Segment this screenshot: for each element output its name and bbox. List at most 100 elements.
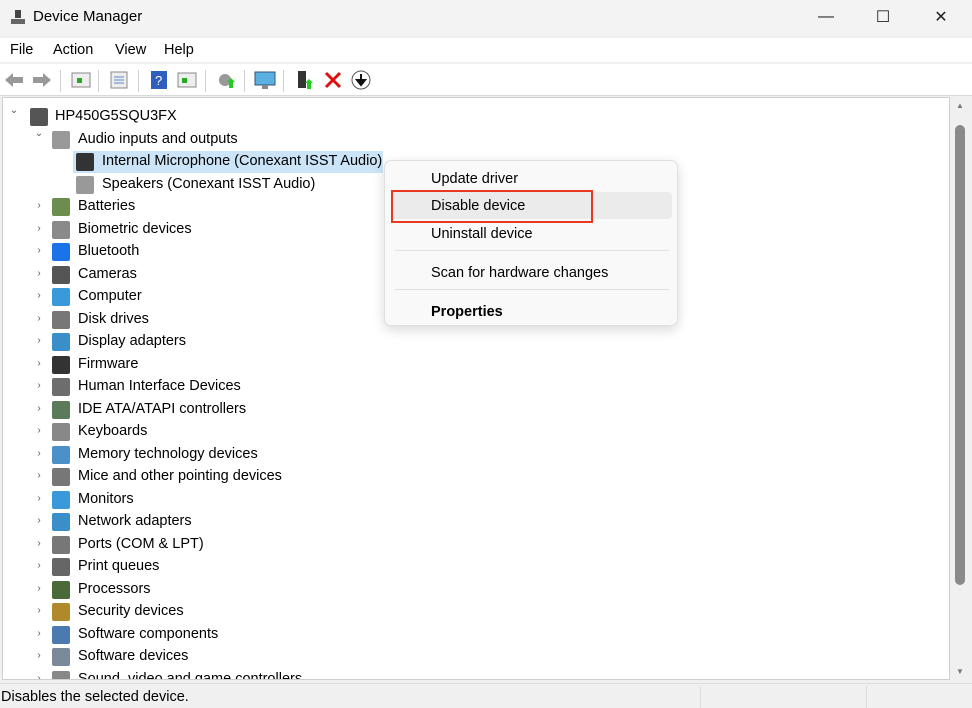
scrollbar-thumb[interactable] [955, 125, 965, 585]
chevron-icon[interactable]: › [34, 560, 44, 571]
context-menu: Update driver Disable device Uninstall d… [384, 160, 678, 326]
microphone-device-icon [76, 153, 94, 171]
scan-hardware-icon[interactable] [254, 69, 276, 91]
menu-item-disable-device[interactable]: Disable device [431, 198, 525, 214]
chevron-icon[interactable]: ⌄ [34, 128, 44, 139]
category-icon [52, 288, 70, 306]
chevron-icon[interactable]: › [34, 403, 44, 414]
tree-item-label: Human Interface Devices [78, 378, 241, 394]
tree-item-label: Cameras [78, 265, 137, 282]
status-text: Disables the selected device. [1, 689, 189, 705]
audio-category-icon [52, 130, 70, 149]
category-row[interactable]: › Firmware [3, 354, 943, 376]
chevron-icon[interactable]: › [34, 538, 44, 549]
category-row[interactable]: › Security devices [3, 601, 943, 623]
audio-category-row[interactable]: ⌄ Audio inputs and outputs [3, 128, 943, 151]
category-icon [52, 355, 70, 374]
chevron-icon[interactable]: › [34, 650, 44, 661]
chevron-icon[interactable]: › [34, 290, 44, 301]
computer-root-row[interactable]: ⌄ HP450G5SQU3FX [3, 105, 943, 128]
tree-item-label: Ports (COM & LPT) [78, 535, 204, 552]
action-pane-icon[interactable] [176, 69, 198, 91]
tree-item-label: Memory technology devices [78, 445, 258, 462]
chevron-icon[interactable]: › [34, 673, 44, 680]
chevron-icon[interactable]: › [34, 470, 44, 481]
enable-device-icon[interactable] [294, 69, 316, 91]
chevron-icon[interactable]: › [34, 245, 44, 256]
tree-item-label: Disk drives [78, 310, 149, 327]
category-icon [52, 423, 70, 441]
chevron-icon[interactable]: › [34, 628, 44, 639]
category-row[interactable]: › Software components [3, 624, 943, 646]
chevron-icon[interactable]: › [34, 448, 44, 459]
status-bar: Disables the selected device. [0, 683, 972, 708]
menu-item-scan-hardware[interactable]: Scan for hardware changes [431, 265, 608, 281]
category-icon [52, 558, 70, 576]
device-manager-icon [11, 10, 25, 24]
maximize-button[interactable]: ☐ [854, 0, 912, 34]
menu-file[interactable]: File [10, 42, 33, 58]
category-row[interactable]: › Software devices [3, 646, 943, 668]
chevron-icon[interactable]: › [34, 268, 44, 279]
category-row[interactable]: › Memory technology devices [3, 444, 943, 466]
category-row[interactable]: › Keyboards [3, 421, 943, 443]
chevron-icon[interactable]: › [34, 335, 44, 346]
menu-item-uninstall-device[interactable]: Uninstall device [431, 226, 533, 242]
chevron-icon[interactable]: › [34, 223, 44, 234]
chevron-icon[interactable]: › [34, 493, 44, 504]
properties-icon[interactable] [108, 69, 130, 91]
chevron-icon[interactable]: › [34, 583, 44, 594]
menu-separator [395, 289, 669, 290]
minimize-button[interactable]: — [797, 0, 855, 34]
tree-item-label: Monitors [78, 490, 134, 507]
category-icon [52, 310, 70, 329]
chevron-icon[interactable]: › [34, 313, 44, 324]
category-row[interactable]: › Sound, video and game controllers [3, 669, 943, 680]
chevron-icon[interactable]: › [34, 515, 44, 526]
category-row[interactable]: › Processors [3, 579, 943, 601]
menu-view[interactable]: View [115, 42, 146, 58]
category-row[interactable]: › Print queues [3, 556, 943, 578]
menu-item-update-driver[interactable]: Update driver [431, 171, 518, 187]
category-row[interactable]: › Display adapters [3, 331, 943, 353]
tree-item-label: Batteries [78, 198, 136, 214]
menu-bar: File Action View Help [0, 38, 972, 62]
close-button[interactable]: ✕ [912, 0, 970, 34]
update-driver-icon[interactable] [215, 69, 237, 91]
scroll-up-icon[interactable]: ▲ [956, 101, 964, 110]
category-row[interactable]: › Ports (COM & LPT) [3, 534, 943, 556]
menu-action[interactable]: Action [53, 42, 93, 58]
category-icon [52, 198, 70, 216]
chevron-icon[interactable]: › [34, 200, 44, 211]
disable-device-icon[interactable] [350, 69, 372, 91]
tree-item-label: Software components [78, 625, 219, 642]
category-icon [52, 468, 70, 486]
chevron-icon[interactable]: › [34, 380, 44, 391]
toolbar-divider [60, 70, 61, 92]
category-row[interactable]: › Mice and other pointing devices [3, 466, 943, 488]
computer-root-icon [30, 108, 48, 126]
scroll-down-icon[interactable]: ▼ [956, 667, 964, 676]
back-icon[interactable] [3, 69, 25, 91]
chevron-icon[interactable]: ⌄ [9, 105, 19, 116]
tree-item-label: Print queues [78, 558, 160, 574]
chevron-icon[interactable]: › [34, 425, 44, 436]
chevron-icon[interactable]: › [34, 605, 44, 616]
show-hide-console-tree-icon[interactable] [70, 69, 92, 91]
tree-item-label: Internal Microphone (Conexant ISST Audio… [102, 153, 383, 169]
chevron-icon[interactable]: › [34, 358, 44, 369]
uninstall-device-icon[interactable] [322, 69, 344, 91]
toolbar-divider [138, 70, 139, 92]
vertical-scrollbar[interactable]: ▲ ▼ [951, 97, 969, 680]
category-row[interactable]: › Network adapters [3, 511, 943, 533]
category-icon [52, 648, 70, 666]
menu-help[interactable]: Help [164, 42, 194, 58]
category-row[interactable]: › Human Interface Devices [3, 376, 943, 398]
category-row[interactable]: › IDE ATA/ATAPI controllers [3, 399, 943, 421]
window-title: Device Manager [33, 8, 143, 25]
forward-icon[interactable] [31, 69, 53, 91]
category-row[interactable]: › Monitors [3, 489, 943, 511]
tree-item-label: Bluetooth [78, 243, 140, 259]
help-icon[interactable]: ? [148, 69, 170, 91]
menu-item-properties[interactable]: Properties [431, 304, 503, 320]
